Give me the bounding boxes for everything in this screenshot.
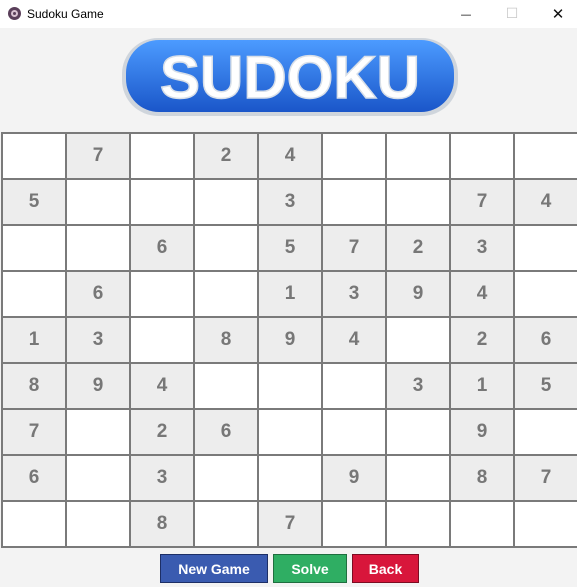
sudoku-cell-r9-c4[interactable] [195, 502, 257, 546]
sudoku-cell-r8-c1: 6 [3, 456, 65, 500]
sudoku-cell-r9-c9[interactable] [515, 502, 577, 546]
sudoku-cell-r3-c4[interactable] [195, 226, 257, 270]
sudoku-cell-r2-c4[interactable] [195, 180, 257, 224]
sudoku-cell-r2-c2[interactable] [67, 180, 129, 224]
sudoku-cell-r4-c5: 1 [259, 272, 321, 316]
back-button[interactable]: Back [352, 554, 419, 583]
sudoku-cell-r1-c8[interactable] [451, 134, 513, 178]
new-game-button[interactable]: New Game [160, 554, 268, 583]
sudoku-cell-r7-c5[interactable] [259, 410, 321, 454]
sudoku-cell-r2-c1: 5 [3, 180, 65, 224]
sudoku-cell-r1-c6[interactable] [323, 134, 385, 178]
solve-button[interactable]: Solve [273, 554, 347, 583]
sudoku-cell-r8-c8: 8 [451, 456, 513, 500]
sudoku-cell-r3-c3: 6 [131, 226, 193, 270]
sudoku-cell-r6-c4[interactable] [195, 364, 257, 408]
sudoku-cell-r3-c1[interactable] [3, 226, 65, 270]
sudoku-cell-r5-c5: 9 [259, 318, 321, 362]
sudoku-cell-r7-c4: 6 [195, 410, 257, 454]
sudoku-cell-r2-c7[interactable] [387, 180, 449, 224]
sudoku-cell-r7-c1: 7 [3, 410, 65, 454]
maximize-button[interactable]: ☐ [489, 0, 535, 28]
sudoku-cell-r7-c2[interactable] [67, 410, 129, 454]
app-window: Sudoku Game — ☐ ✕ SUDOKU 724537465723613… [0, 0, 577, 587]
logo-text: SUDOKU [160, 44, 420, 111]
sudoku-cell-r1-c7[interactable] [387, 134, 449, 178]
sudoku-cell-r3-c9[interactable] [515, 226, 577, 270]
sudoku-cell-r9-c7[interactable] [387, 502, 449, 546]
sudoku-cell-r6-c1: 8 [3, 364, 65, 408]
sudoku-cell-r7-c3: 2 [131, 410, 193, 454]
sudoku-cell-r9-c6[interactable] [323, 502, 385, 546]
sudoku-cell-r8-c5[interactable] [259, 456, 321, 500]
sudoku-cell-r9-c5: 7 [259, 502, 321, 546]
sudoku-cell-r6-c2: 9 [67, 364, 129, 408]
sudoku-cell-r4-c7: 9 [387, 272, 449, 316]
sudoku-cell-r5-c3[interactable] [131, 318, 193, 362]
sudoku-cell-r1-c9[interactable] [515, 134, 577, 178]
sudoku-cell-r1-c3[interactable] [131, 134, 193, 178]
sudoku-cell-r6-c8: 1 [451, 364, 513, 408]
sudoku-cell-r5-c4: 8 [195, 318, 257, 362]
sudoku-cell-r5-c8: 2 [451, 318, 513, 362]
sudoku-cell-r6-c6[interactable] [323, 364, 385, 408]
sudoku-cell-r7-c6[interactable] [323, 410, 385, 454]
minimize-button[interactable]: — [443, 0, 489, 28]
sudoku-cell-r4-c1[interactable] [3, 272, 65, 316]
sudoku-cell-r8-c6: 9 [323, 456, 385, 500]
sudoku-cell-r1-c5: 4 [259, 134, 321, 178]
sudoku-cell-r9-c3: 8 [131, 502, 193, 546]
sudoku-cell-r8-c4[interactable] [195, 456, 257, 500]
sudoku-cell-r6-c5[interactable] [259, 364, 321, 408]
title-bar: Sudoku Game — ☐ ✕ [0, 0, 577, 28]
sudoku-cell-r1-c4: 2 [195, 134, 257, 178]
sudoku-cell-r3-c6: 7 [323, 226, 385, 270]
sudoku-cell-r3-c7: 2 [387, 226, 449, 270]
sudoku-cell-r2-c9: 4 [515, 180, 577, 224]
sudoku-cell-r2-c5: 3 [259, 180, 321, 224]
sudoku-cell-r8-c9: 7 [515, 456, 577, 500]
sudoku-cell-r2-c6[interactable] [323, 180, 385, 224]
sudoku-cell-r1-c2: 7 [67, 134, 129, 178]
sudoku-cell-r1-c1[interactable] [3, 134, 65, 178]
sudoku-cell-r8-c2[interactable] [67, 456, 129, 500]
window-title: Sudoku Game [27, 7, 104, 21]
sudoku-logo: SUDOKU [118, 34, 462, 120]
sudoku-cell-r2-c8: 7 [451, 180, 513, 224]
sudoku-cell-r4-c4[interactable] [195, 272, 257, 316]
sudoku-board: 7245374657236139413894268943157269639878… [1, 132, 577, 548]
sudoku-cell-r4-c2: 6 [67, 272, 129, 316]
sudoku-cell-r5-c7[interactable] [387, 318, 449, 362]
sudoku-cell-r4-c9[interactable] [515, 272, 577, 316]
close-button[interactable]: ✕ [535, 0, 577, 28]
sudoku-cell-r6-c9: 5 [515, 364, 577, 408]
sudoku-cell-r9-c1[interactable] [3, 502, 65, 546]
sudoku-cell-r9-c2[interactable] [67, 502, 129, 546]
sudoku-cell-r4-c8: 4 [451, 272, 513, 316]
sudoku-cell-r2-c3[interactable] [131, 180, 193, 224]
sudoku-cell-r5-c9: 6 [515, 318, 577, 362]
sudoku-cell-r6-c3: 4 [131, 364, 193, 408]
sudoku-cell-r4-c3[interactable] [131, 272, 193, 316]
sudoku-cell-r3-c5: 5 [259, 226, 321, 270]
sudoku-cell-r6-c7: 3 [387, 364, 449, 408]
sudoku-cell-r7-c9[interactable] [515, 410, 577, 454]
sudoku-cell-r8-c7[interactable] [387, 456, 449, 500]
sudoku-cell-r9-c8[interactable] [451, 502, 513, 546]
sudoku-cell-r5-c1: 1 [3, 318, 65, 362]
sudoku-cell-r3-c8: 3 [451, 226, 513, 270]
sudoku-cell-r4-c6: 3 [323, 272, 385, 316]
button-bar: New Game Solve Back [0, 552, 577, 587]
app-icon [7, 6, 22, 21]
sudoku-cell-r5-c6: 4 [323, 318, 385, 362]
sudoku-cell-r3-c2[interactable] [67, 226, 129, 270]
sudoku-cell-r5-c2: 3 [67, 318, 129, 362]
sudoku-cell-r7-c7[interactable] [387, 410, 449, 454]
sudoku-cell-r7-c8: 9 [451, 410, 513, 454]
sudoku-cell-r8-c3: 3 [131, 456, 193, 500]
